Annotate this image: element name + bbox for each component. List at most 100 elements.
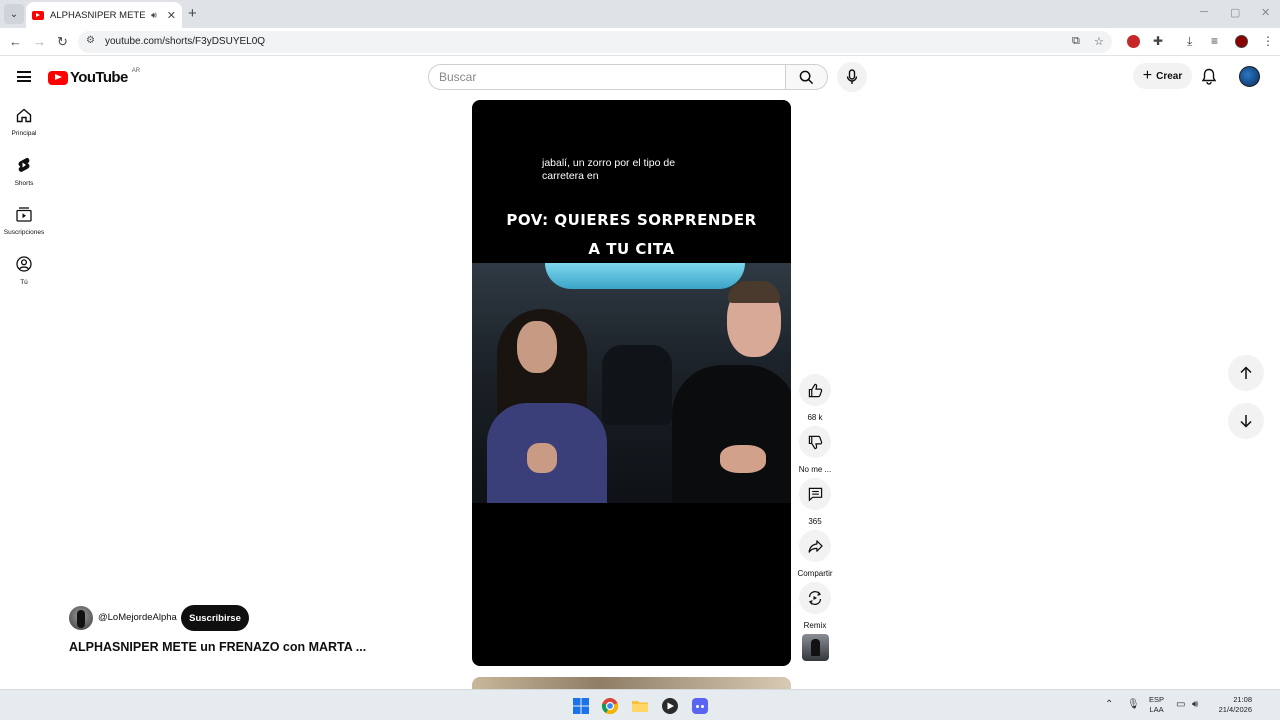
sidebar-item-shorts[interactable]: Shorts — [0, 157, 48, 187]
show-hidden-icons-icon[interactable]: ⌃ — [1105, 699, 1113, 710]
back-icon[interactable]: ← — [9, 34, 22, 49]
sidebar-item-suscripciones[interactable]: Suscripciones — [0, 207, 48, 236]
microphone-icon — [846, 69, 858, 84]
forward-icon[interactable]: → — [33, 34, 46, 49]
search-button[interactable] — [786, 64, 828, 90]
country-code: AR — [131, 67, 141, 74]
menu-icon[interactable] — [17, 71, 31, 82]
minimize-icon[interactable]: ─ — [1200, 6, 1208, 18]
shorts-icon — [18, 157, 30, 172]
system-clock[interactable]: 21:08 21/4/2026 — [1210, 695, 1252, 715]
clock-time: 21:08 — [1233, 695, 1252, 704]
speaker-icon[interactable]: 🔊︎ — [151, 10, 157, 21]
video-frame — [472, 263, 791, 503]
youtube-favicon-icon — [32, 10, 44, 20]
overlay-line-2: A TU CITA — [588, 240, 675, 258]
browser-profile-avatar[interactable] — [1235, 35, 1248, 48]
sidebar-item-tu[interactable]: Tú — [0, 256, 48, 286]
remix-icon — [808, 591, 822, 605]
dislike-button[interactable]: No me ... — [795, 426, 835, 474]
overlay-line-1: POV: QUIERES SORPRENDER — [506, 211, 757, 229]
notifications-button[interactable] — [1201, 68, 1217, 90]
search-input[interactable] — [429, 65, 759, 89]
windows-start-icon[interactable] — [572, 697, 590, 715]
browser-tab[interactable]: ALPHASNIPER METE un FRENAZO con MARTA 🔊︎… — [26, 2, 182, 28]
new-tab-button[interactable]: + — [188, 5, 197, 22]
remix-button[interactable]: Remix — [795, 582, 835, 630]
comments-circle[interactable] — [799, 478, 831, 510]
tab-close-button[interactable]: ✕ — [167, 9, 176, 22]
video-caption: jabalí, un zorro por el tipo de carreter… — [542, 157, 676, 182]
discord-icon[interactable] — [691, 697, 709, 715]
url-text[interactable]: youtube.com/shorts/F3yDSUYEL0Q — [105, 36, 265, 47]
tray-microphone-icon[interactable]: 🎙︎ — [1127, 699, 1140, 710]
address-bar[interactable]: ⚙︎ youtube.com/shorts/F3yDSUYEL0Q ⧉ ☆ — [78, 31, 1112, 53]
audio-source-thumbnail[interactable] — [802, 634, 829, 661]
install-app-icon[interactable]: ⧉ — [1072, 35, 1080, 48]
reload-icon[interactable]: ↻ — [57, 34, 68, 50]
remix-label: Remix — [803, 621, 827, 630]
language-indicator[interactable]: ESP LAA — [1149, 695, 1164, 715]
logo-text: YouTube — [70, 69, 128, 86]
channel-handle[interactable]: @LoMejordeAlpha — [98, 612, 177, 623]
keyboard-layout: LAA — [1149, 705, 1164, 714]
sidebar-item-label: Principal — [11, 130, 37, 137]
share-button[interactable]: Compartir — [795, 530, 835, 578]
video-overlay-text: POV: QUIERES SORPRENDER A TU CITA — [472, 206, 791, 264]
youtube-logo[interactable]: YouTube AR — [48, 67, 141, 86]
like-count: 68 k — [807, 413, 823, 422]
bell-icon — [1201, 68, 1217, 85]
next-short-button[interactable] — [1228, 403, 1264, 439]
windows-taskbar: ⌃ 🎙︎ ESP LAA ▭ 🔊︎ 21:08 21/4/2026 — [0, 689, 1280, 720]
comment-count: 365 — [808, 517, 822, 526]
restore-icon[interactable]: ▢ — [1230, 6, 1240, 19]
subscribe-button[interactable]: Suscribirse — [181, 605, 249, 631]
close-window-icon[interactable]: ✕ — [1261, 6, 1270, 19]
media-app-icon[interactable] — [661, 697, 679, 715]
channel-avatar[interactable] — [69, 606, 93, 630]
like-circle[interactable] — [799, 374, 831, 406]
thumbs-up-icon — [808, 383, 822, 397]
media-control-icon[interactable]: ≡ — [1211, 34, 1218, 48]
sidebar-item-label: Suscripciones — [3, 229, 45, 236]
woman-figure — [472, 303, 612, 503]
you-icon — [16, 256, 32, 272]
create-label: Crear — [1156, 70, 1183, 82]
account-avatar[interactable] — [1239, 66, 1260, 87]
language-code: ESP — [1149, 695, 1165, 704]
downloads-icon[interactable]: ⤓ — [1187, 34, 1192, 49]
file-explorer-icon[interactable] — [631, 697, 649, 715]
remix-circle[interactable] — [799, 582, 831, 614]
sidebar-item-label: Tú — [20, 279, 28, 286]
browser-menu-icon[interactable]: ⋮ — [1262, 34, 1274, 48]
next-short-preview[interactable] — [472, 677, 791, 689]
previous-short-button[interactable] — [1228, 355, 1264, 391]
bookmark-star-icon[interactable]: ☆ — [1094, 35, 1104, 48]
extension-badge-icon[interactable] — [1127, 35, 1140, 48]
browser-tab-strip: ⌄ ALPHASNIPER METE un FRENAZO con MARTA … — [0, 0, 1280, 28]
like-button[interactable]: 68 k — [795, 374, 835, 422]
extensions-icon[interactable]: ✚ — [1153, 34, 1163, 48]
youtube-play-icon — [48, 70, 68, 85]
site-settings-icon[interactable]: ⚙︎ — [86, 35, 95, 46]
thumbs-down-icon — [808, 435, 822, 449]
home-icon — [16, 108, 32, 123]
shorts-video-player[interactable]: jabalí, un zorro por el tipo de carreter… — [472, 100, 791, 666]
tab-title: ALPHASNIPER METE un FRENAZO con MARTA — [50, 9, 146, 21]
video-title[interactable]: ALPHASNIPER METE un FRENAZO con MARTA ..… — [69, 640, 366, 654]
network-icon[interactable]: ▭ — [1176, 699, 1185, 710]
browser-toolbar: ← → ↻ ⚙︎ youtube.com/shorts/F3yDSUYEL0Q … — [0, 28, 1280, 56]
create-button[interactable]: + Crear — [1133, 63, 1192, 89]
man-figure — [662, 281, 791, 503]
voice-search-button[interactable] — [837, 62, 867, 92]
dislike-circle[interactable] — [799, 426, 831, 458]
search-icon — [799, 70, 814, 84]
sidebar-item-principal[interactable]: Principal — [0, 108, 48, 137]
plus-icon: + — [1142, 67, 1153, 84]
chrome-icon[interactable] — [601, 697, 619, 715]
volume-icon[interactable]: 🔊︎ — [1192, 699, 1198, 710]
share-circle[interactable] — [799, 530, 831, 562]
comments-button[interactable]: 365 — [795, 478, 835, 526]
tab-search-button[interactable]: ⌄ — [4, 4, 24, 24]
arrow-down-icon — [1240, 415, 1252, 428]
